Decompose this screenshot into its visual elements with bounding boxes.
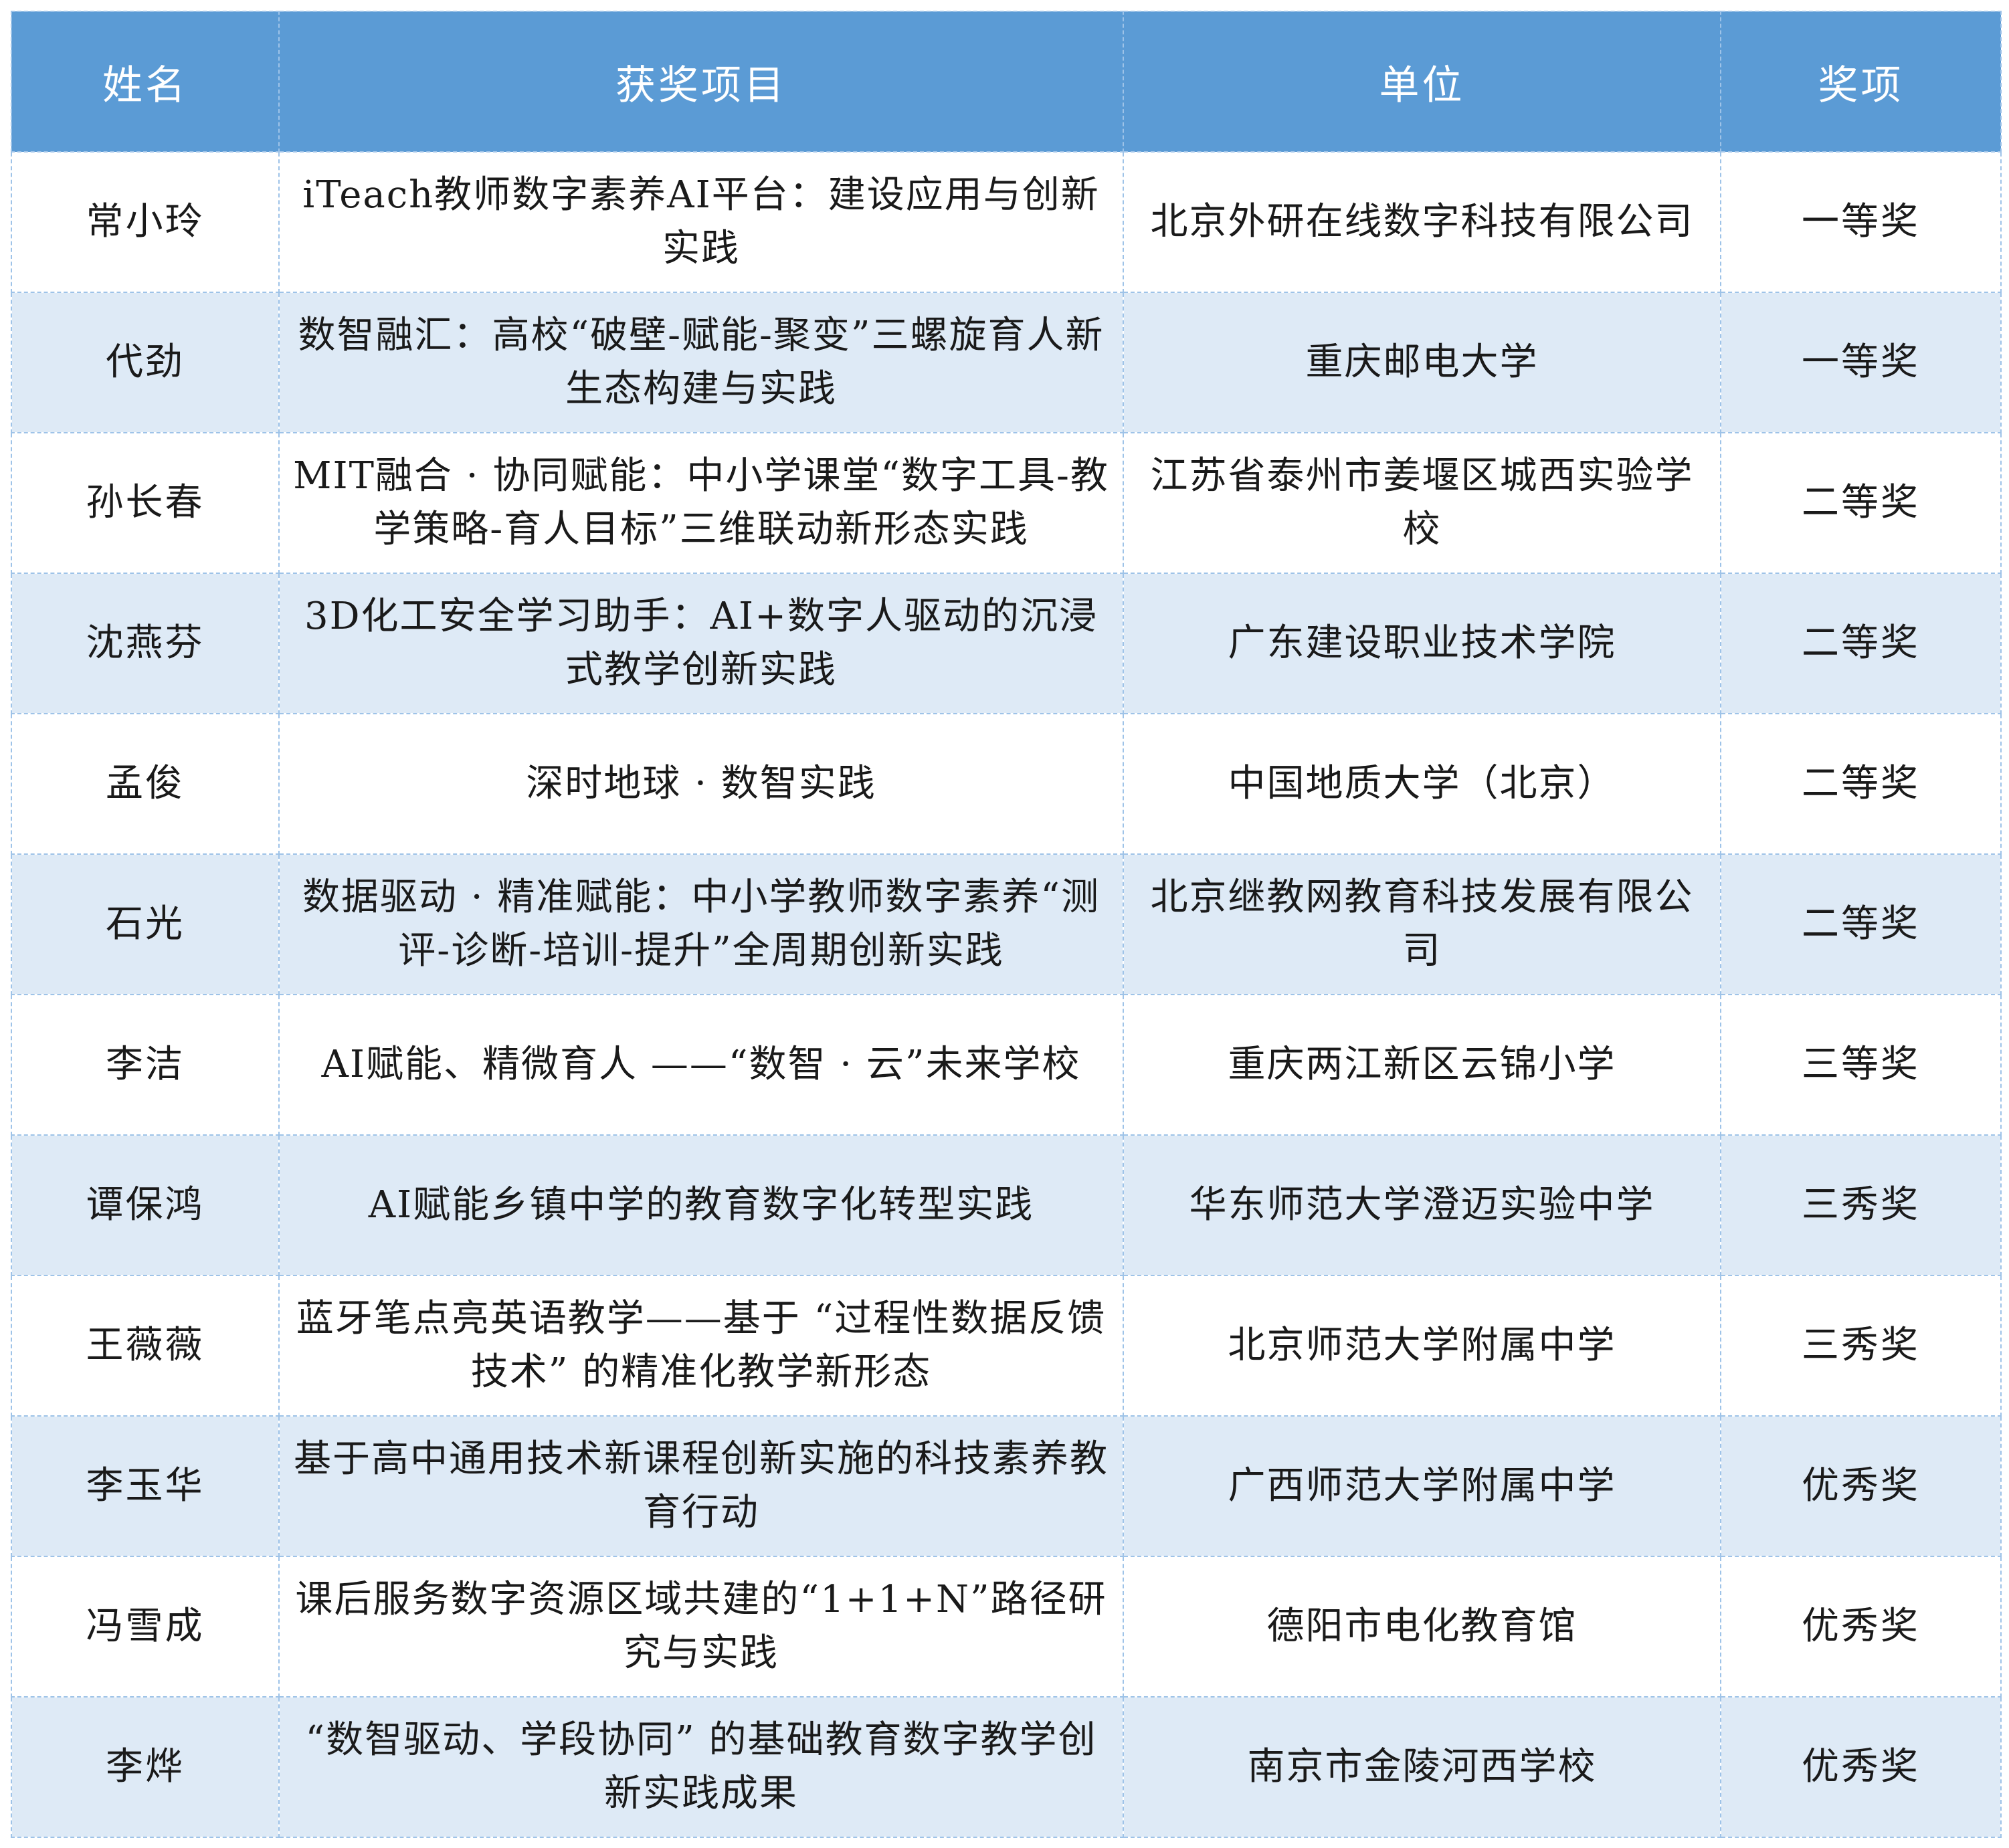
cell-unit: 德阳市电化教育馆 — [1123, 1556, 1721, 1698]
cell-name: 孟俊 — [11, 713, 280, 855]
cell-unit: 广东建设职业技术学院 — [1123, 573, 1721, 714]
cell-name: 李烨 — [11, 1696, 280, 1838]
cell-name: 孙长春 — [11, 432, 280, 574]
cell-award: 二等奖 — [1720, 432, 2002, 574]
table-row: 李玉华 基于高中通用技术新课程创新实施的科技素养教育行动 广西师范大学附属中学 … — [11, 1415, 2002, 1557]
cell-award: 二等奖 — [1720, 713, 2002, 855]
cell-project: 课后服务数字资源区域共建的“1+1+N”路径研究与实践 — [278, 1556, 1124, 1698]
cell-award: 三秀奖 — [1720, 1134, 2002, 1276]
cell-unit: 北京外研在线数字科技有限公司 — [1123, 151, 1721, 293]
cell-award: 二等奖 — [1720, 573, 2002, 714]
cell-name: 沈燕芬 — [11, 573, 280, 714]
awards-table-container: 姓名 获奖项目 单位 奖项 常小玲 iTeach教师数字素养AI平台：建设应用与… — [11, 11, 2002, 1838]
table-row: 谭保鸿 AI赋能乡镇中学的教育数字化转型实践 华东师范大学澄迈实验中学 三秀奖 — [11, 1134, 2002, 1276]
table-body: 常小玲 iTeach教师数字素养AI平台：建设应用与创新实践 北京外研在线数字科… — [11, 151, 2002, 1838]
cell-project: 数据驱动 · 精准赋能：中小学教师数字素养“测评-诊断-培训-提升”全周期创新实… — [278, 853, 1124, 995]
header-project: 获奖项目 — [278, 11, 1124, 152]
cell-unit: 广西师范大学附属中学 — [1123, 1415, 1721, 1557]
cell-name: 常小玲 — [11, 151, 280, 293]
cell-award: 一等奖 — [1720, 151, 2002, 293]
cell-award: 三等奖 — [1720, 994, 2002, 1136]
cell-project: “数智驱动、学段协同” 的基础教育数字教学创新实践成果 — [278, 1696, 1124, 1838]
cell-award: 三秀奖 — [1720, 1275, 2002, 1417]
cell-unit: 重庆两江新区云锦小学 — [1123, 994, 1721, 1136]
header-row: 姓名 获奖项目 单位 奖项 — [11, 11, 2002, 152]
cell-name: 李玉华 — [11, 1415, 280, 1557]
table-row: 石光 数据驱动 · 精准赋能：中小学教师数字素养“测评-诊断-培训-提升”全周期… — [11, 853, 2002, 995]
table-header: 姓名 获奖项目 单位 奖项 — [11, 11, 2002, 152]
cell-name: 王薇薇 — [11, 1275, 280, 1417]
cell-project: AI赋能、精微育人 ——“数智 · 云”未来学校 — [278, 994, 1124, 1136]
table-row: 李洁 AI赋能、精微育人 ——“数智 · 云”未来学校 重庆两江新区云锦小学 三… — [11, 994, 2002, 1136]
header-name: 姓名 — [11, 11, 280, 152]
table-row: 冯雪成 课后服务数字资源区域共建的“1+1+N”路径研究与实践 德阳市电化教育馆… — [11, 1556, 2002, 1698]
cell-unit: 重庆邮电大学 — [1123, 292, 1721, 433]
table-row: 孟俊 深时地球 · 数智实践 中国地质大学（北京） 二等奖 — [11, 713, 2002, 855]
cell-unit: 华东师范大学澄迈实验中学 — [1123, 1134, 1721, 1276]
cell-award: 一等奖 — [1720, 292, 2002, 433]
table-row: 沈燕芬 3D化工安全学习助手：AI+数字人驱动的沉浸式教学创新实践 广东建设职业… — [11, 573, 2002, 714]
cell-unit: 北京师范大学附属中学 — [1123, 1275, 1721, 1417]
cell-name: 冯雪成 — [11, 1556, 280, 1698]
cell-award: 优秀奖 — [1720, 1415, 2002, 1557]
cell-project: 基于高中通用技术新课程创新实施的科技素养教育行动 — [278, 1415, 1124, 1557]
cell-unit: 北京继教网教育科技发展有限公司 — [1123, 853, 1721, 995]
cell-award: 优秀奖 — [1720, 1696, 2002, 1838]
awards-table: 姓名 获奖项目 单位 奖项 常小玲 iTeach教师数字素养AI平台：建设应用与… — [11, 11, 2002, 1838]
table-row: 常小玲 iTeach教师数字素养AI平台：建设应用与创新实践 北京外研在线数字科… — [11, 151, 2002, 293]
cell-project: MIT融合 · 协同赋能：中小学课堂“数字工具-教学策略-育人目标”三维联动新形… — [278, 432, 1124, 574]
header-award: 奖项 — [1720, 11, 2002, 152]
header-unit: 单位 — [1123, 11, 1721, 152]
cell-project: 深时地球 · 数智实践 — [278, 713, 1124, 855]
cell-project: iTeach教师数字素养AI平台：建设应用与创新实践 — [278, 151, 1124, 293]
table-row: 孙长春 MIT融合 · 协同赋能：中小学课堂“数字工具-教学策略-育人目标”三维… — [11, 432, 2002, 574]
cell-project: AI赋能乡镇中学的教育数字化转型实践 — [278, 1134, 1124, 1276]
cell-name: 谭保鸿 — [11, 1134, 280, 1276]
cell-unit: 中国地质大学（北京） — [1123, 713, 1721, 855]
cell-unit: 江苏省泰州市姜堰区城西实验学校 — [1123, 432, 1721, 574]
cell-award: 优秀奖 — [1720, 1556, 2002, 1698]
cell-name: 石光 — [11, 853, 280, 995]
cell-project: 3D化工安全学习助手：AI+数字人驱动的沉浸式教学创新实践 — [278, 573, 1124, 714]
cell-name: 代劲 — [11, 292, 280, 433]
cell-award: 二等奖 — [1720, 853, 2002, 995]
table-row: 王薇薇 蓝牙笔点亮英语教学——基于 “过程性数据反馈技术” 的精准化教学新形态 … — [11, 1275, 2002, 1417]
cell-unit: 南京市金陵河西学校 — [1123, 1696, 1721, 1838]
cell-project: 蓝牙笔点亮英语教学——基于 “过程性数据反馈技术” 的精准化教学新形态 — [278, 1275, 1124, 1417]
cell-project: 数智融汇：高校“破壁-赋能-聚变”三螺旋育人新生态构建与实践 — [278, 292, 1124, 433]
table-row: 代劲 数智融汇：高校“破壁-赋能-聚变”三螺旋育人新生态构建与实践 重庆邮电大学… — [11, 292, 2002, 433]
cell-name: 李洁 — [11, 994, 280, 1136]
table-row: 李烨 “数智驱动、学段协同” 的基础教育数字教学创新实践成果 南京市金陵河西学校… — [11, 1696, 2002, 1838]
